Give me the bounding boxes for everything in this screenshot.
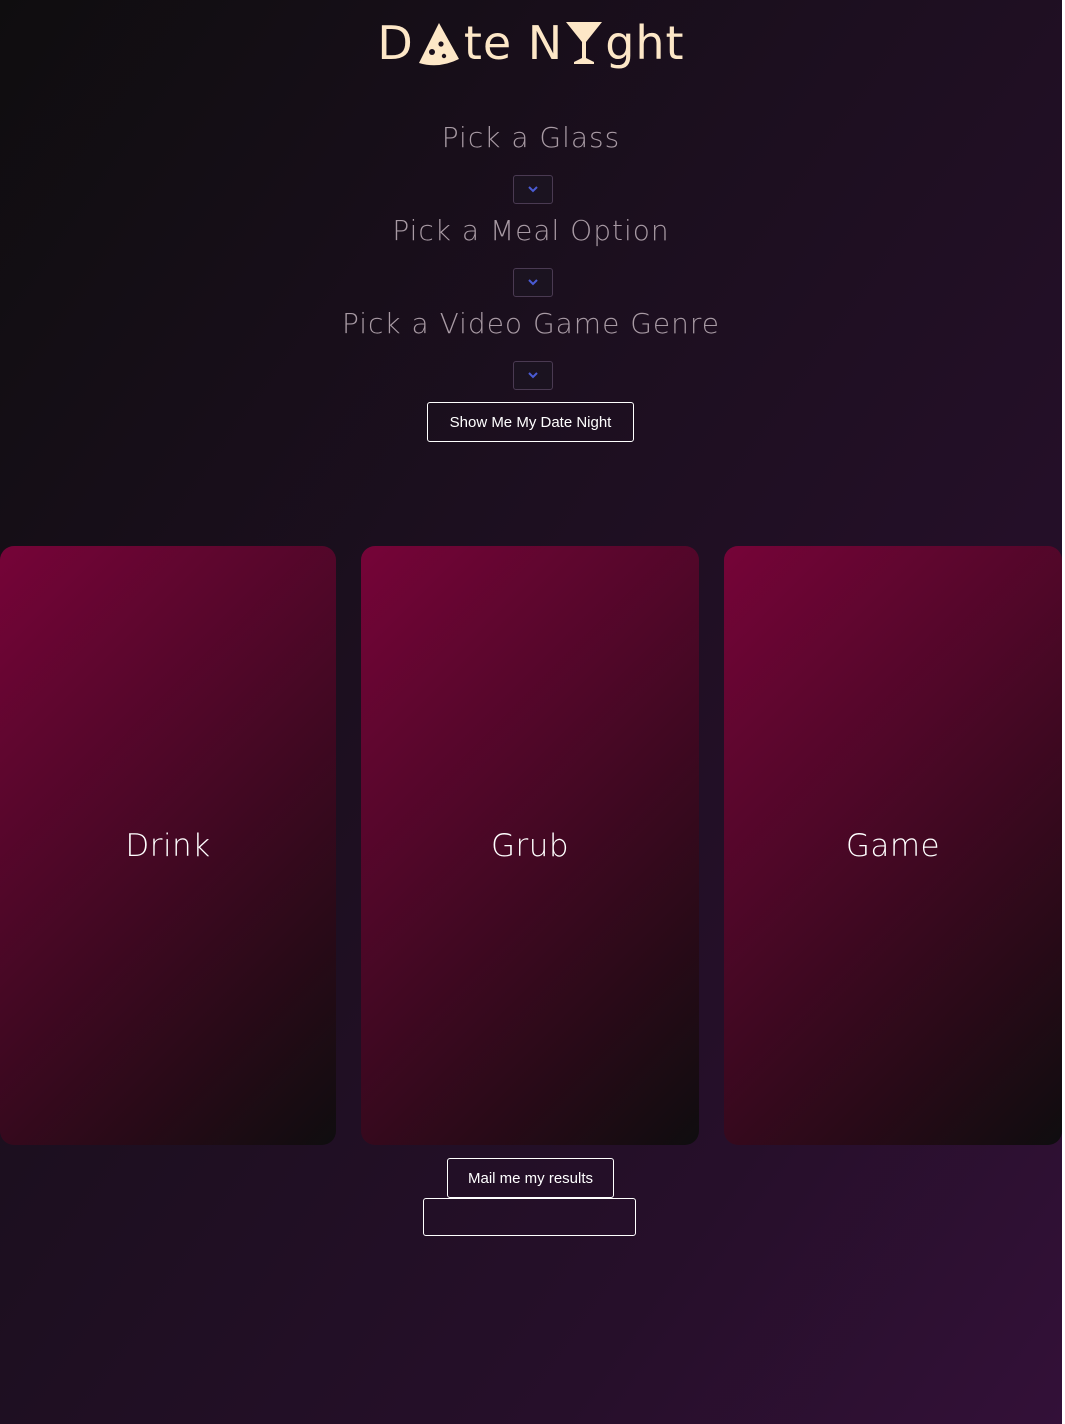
grub-card[interactable]: Grub — [361, 546, 699, 1145]
cocktail-glass-icon — [566, 22, 603, 64]
glass-select[interactable] — [513, 175, 553, 204]
game-card-label: Game — [845, 827, 941, 864]
glass-label: Pick a Glass — [441, 121, 621, 154]
page: D te N ght Pick a Glass Pick a Meal Opti… — [0, 0, 1062, 1424]
drink-card-label: Drink — [125, 827, 211, 864]
meal-label: Pick a Meal Option — [392, 214, 670, 247]
meal-select[interactable] — [513, 268, 553, 297]
mail-results-button[interactable]: Mail me my results — [447, 1158, 614, 1198]
grub-card-label: Grub — [490, 827, 570, 864]
chevron-down-icon — [528, 279, 538, 286]
show-date-night-button[interactable]: Show Me My Date Night — [427, 402, 634, 442]
genre-select[interactable] — [513, 361, 553, 390]
pizza-slice-icon — [418, 23, 459, 66]
logo-text-ght: ght — [605, 16, 685, 70]
drink-card[interactable]: Drink — [0, 546, 336, 1145]
chevron-down-icon — [528, 186, 538, 193]
logo-text-te-n: te N — [463, 16, 564, 70]
genre-label: Pick a Video Game Genre — [341, 307, 721, 340]
game-card[interactable]: Game — [724, 546, 1062, 1145]
email-field[interactable] — [423, 1198, 636, 1236]
chevron-down-icon — [528, 372, 538, 379]
logo-text-d: D — [377, 16, 414, 70]
site-logo: D te N ght — [0, 12, 1062, 74]
